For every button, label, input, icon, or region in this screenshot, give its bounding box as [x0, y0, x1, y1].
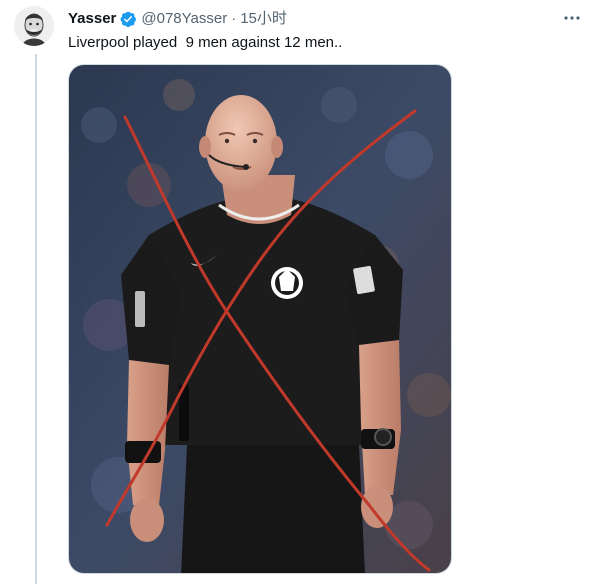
verified-badge-icon [119, 10, 137, 28]
tweet-timestamp[interactable]: 15小时 [240, 9, 287, 29]
more-horizontal-icon[interactable] [562, 8, 582, 28]
avatar[interactable] [14, 6, 54, 46]
avatar-image [14, 6, 54, 46]
header-separator: · [231, 10, 237, 27]
tweet-media-photo[interactable] [68, 64, 452, 574]
user-handle[interactable]: @078Yasser [141, 9, 227, 29]
thread-connector-line [35, 54, 37, 584]
referee-photo [69, 65, 451, 573]
tweet-text: Liverpool played 9 men against 12 men.. [68, 34, 343, 51]
display-name[interactable]: Yasser [68, 9, 116, 29]
tweet-header: Yasser @078Yasser · 15小时 [68, 9, 287, 29]
